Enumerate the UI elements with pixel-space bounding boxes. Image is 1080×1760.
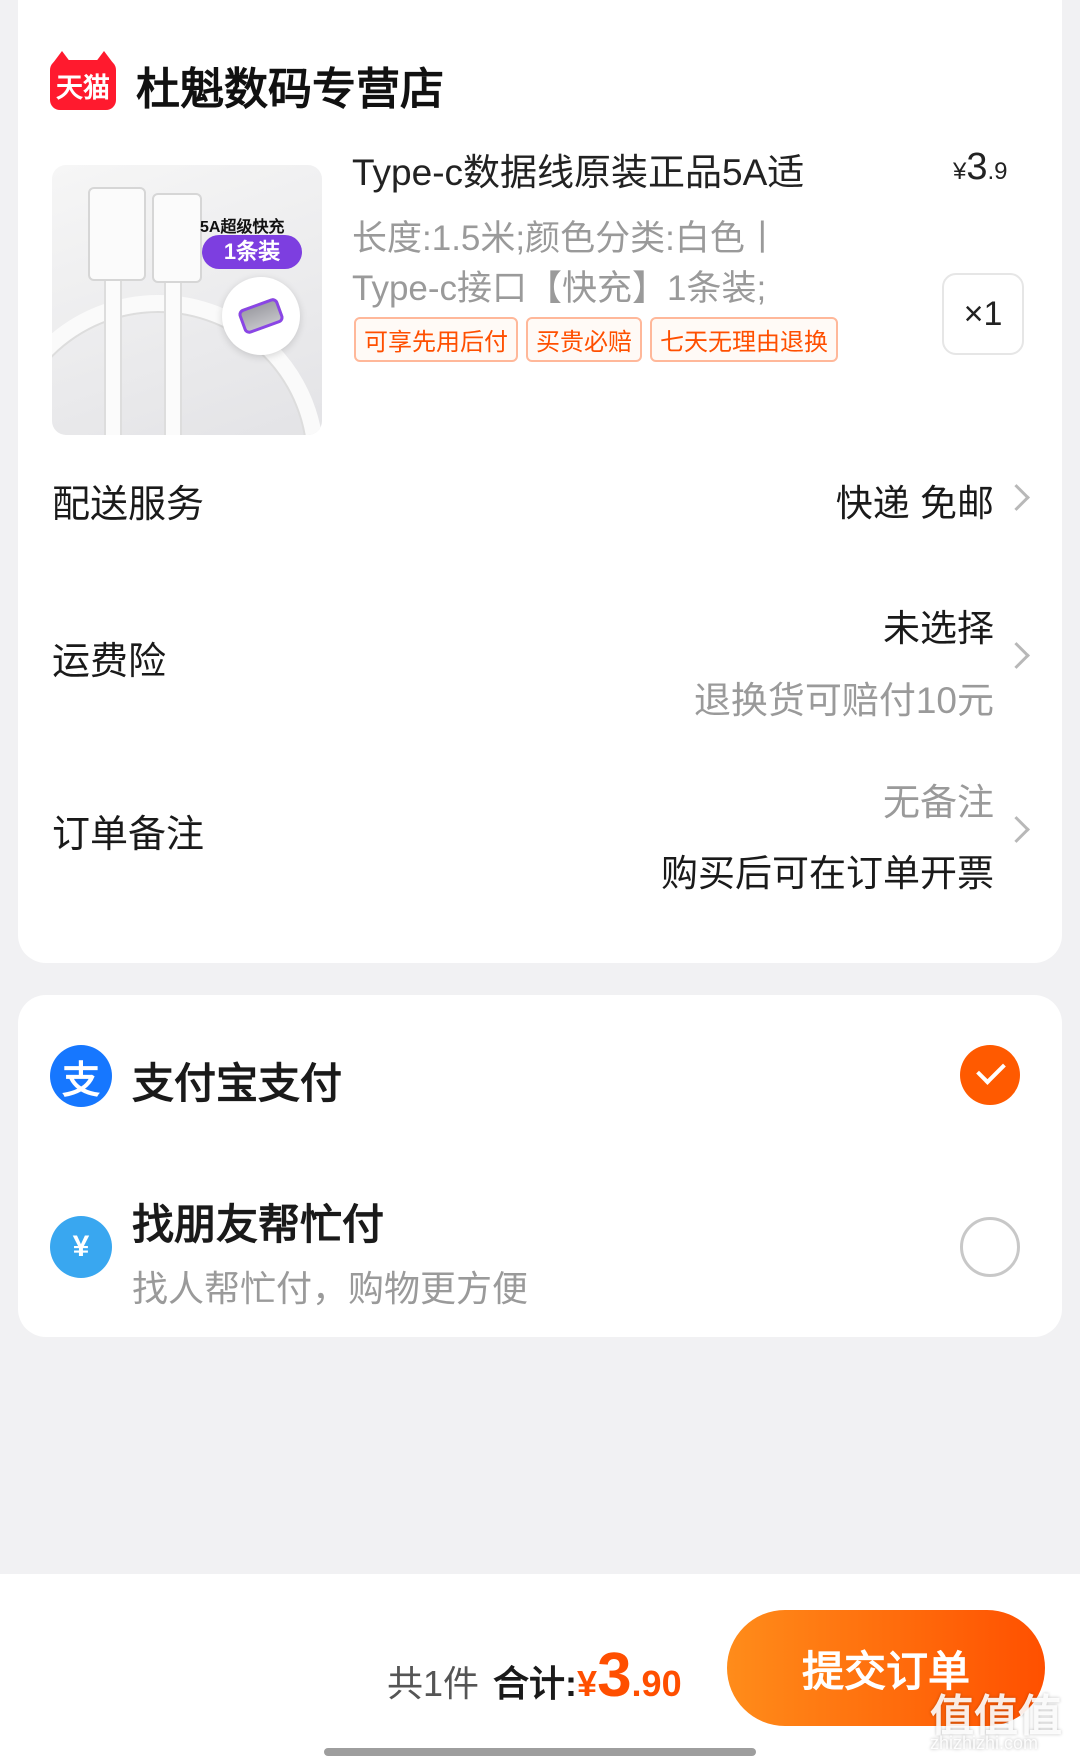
shop-header[interactable]: 天猫 杜魁数码专营店 [50,51,444,117]
delivery-label: 配送服务 [52,484,205,526]
chevron-right-icon [1003,642,1030,669]
total-integer: 3 [597,1641,632,1710]
cable-left [104,275,122,435]
total-label: 合计: [493,1663,578,1704]
insurance-label: 运费险 [52,641,167,683]
friend-pay-label: 找朋友帮忙付 [132,1201,385,1248]
chip-icon [222,277,300,355]
image-pill-text: 1条装 [202,235,302,269]
tag-price-guarantee: 买贵必赔 [526,317,642,362]
chevron-right-icon [1003,816,1030,843]
insurance-value: 未选择 [883,608,994,649]
product-price: ¥3.9 [953,146,1008,189]
friend-pay-icon: ¥ [50,1216,112,1278]
insurance-sub: 退换货可赔付10元 [693,680,994,721]
total-currency: ¥ [577,1663,598,1704]
product-image[interactable]: 5A超级快充 1条装 [52,165,322,435]
alipay-radio-checked[interactable] [960,1045,1020,1105]
order-total: 共1件 合计: ¥3.90 [387,1640,682,1711]
service-tags: 可享先用后付 买贵必赔 七天无理由退换 [354,317,838,362]
usb-a-plug [88,187,146,281]
friend-radio-unchecked[interactable] [960,1217,1020,1277]
tag-pay-later: 可享先用后付 [354,317,518,362]
tmall-logo-text: 天猫 [56,72,110,103]
tag-7day-return: 七天无理由退换 [650,317,838,362]
note-label: 订单备注 [52,814,205,856]
usb-c-plug [152,193,202,283]
price-decimal: .9 [987,158,1008,185]
payment-card: 支 支付宝支付 ¥ 找朋友帮忙付 找人帮忙付，购物更方便 [18,995,1062,1337]
shop-name[interactable]: 杜魁数码专营店 [136,53,444,117]
alipay-icon: 支 [50,1045,112,1107]
watermark-url: zhizhizhi.com [930,1733,1039,1753]
order-card: 天猫 杜魁数码专营店 5A超级快充 1条装 Type-c数据线原装正品5A适 ¥… [18,0,1062,963]
image-tag-text: 5A超级快充 [200,219,285,236]
tmall-logo-icon: 天猫 [50,51,116,110]
product-spec-line1[interactable]: 长度:1.5米;颜色分类:白色丨 [352,210,780,261]
delivery-value: 快递 免邮 [835,483,994,524]
product-spec-line2[interactable]: Type-c接口【快充】1条装; [352,260,766,311]
note-sub: 购买后可在订单开票 [661,853,994,894]
home-indicator[interactable] [324,1748,756,1756]
item-count: 共1件 [387,1663,480,1704]
note-value: 无备注 [883,782,994,823]
product-title[interactable]: Type-c数据线原装正品5A适 [352,142,804,196]
alipay-label: 支付宝支付 [132,1060,343,1107]
cable-right [164,275,182,435]
quantity-stepper[interactable]: ×1 [942,273,1024,355]
chevron-right-icon [1003,484,1030,511]
friend-pay-sub: 找人帮忙付，购物更方便 [132,1268,529,1309]
price-integer: 3 [966,146,988,188]
price-currency: ¥ [953,158,967,185]
total-decimal: .90 [631,1663,682,1704]
